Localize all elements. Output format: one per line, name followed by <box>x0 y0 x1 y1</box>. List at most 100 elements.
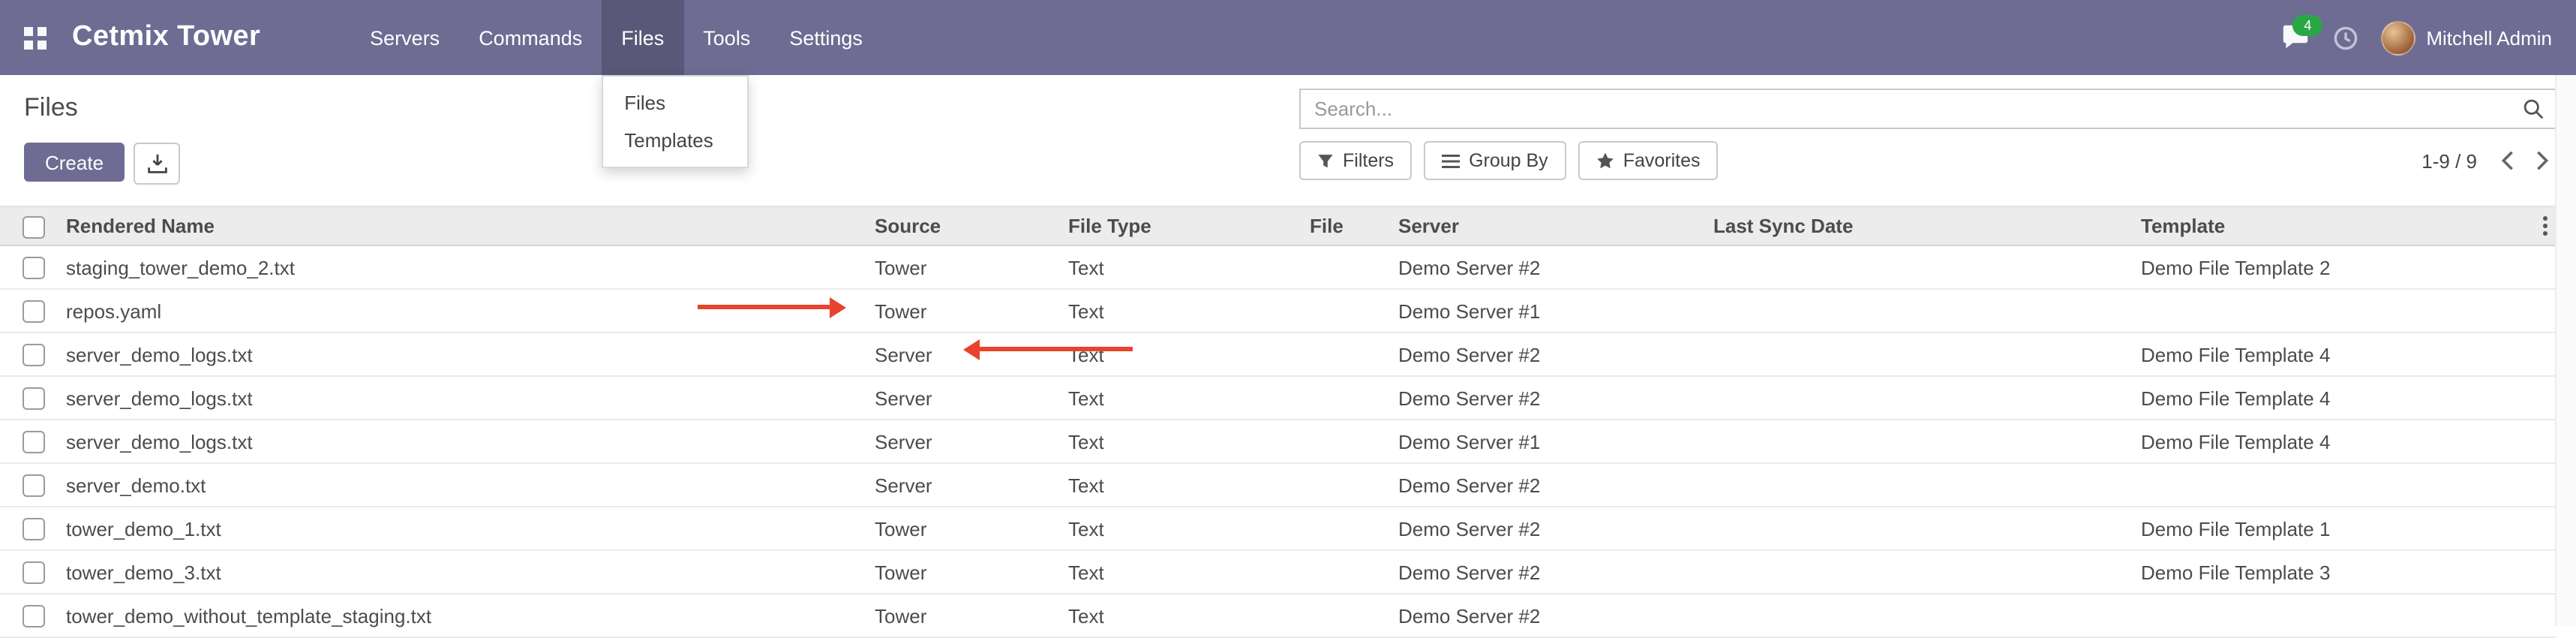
cell-template[interactable] <box>2129 463 2532 507</box>
cell-server[interactable]: Demo Server #2 <box>1386 463 1701 507</box>
cell-rendered-name[interactable]: staging_tower_demo_2.txt <box>54 245 863 289</box>
cell-last-sync-date[interactable] <box>1701 333 2129 376</box>
dropdown-item-templates[interactable]: Templates <box>603 122 747 159</box>
cell-last-sync-date[interactable] <box>1701 507 2129 550</box>
table-row[interactable]: staging_tower_demo_2.txt Tower Text Demo… <box>0 245 2556 289</box>
column-header-file-type[interactable]: File Type <box>1056 206 1298 245</box>
table-row[interactable]: server_demo_logs.txt Server Text Demo Se… <box>0 333 2556 376</box>
column-header-last-sync-date[interactable]: Last Sync Date <box>1701 206 2129 245</box>
row-checkbox[interactable] <box>23 561 45 584</box>
cell-last-sync-date[interactable] <box>1701 420 2129 463</box>
cell-last-sync-date[interactable] <box>1701 245 2129 289</box>
optional-columns-icon[interactable] <box>2532 213 2556 239</box>
cell-template[interactable]: Demo File Template 3 <box>2129 550 2532 594</box>
menu-tools[interactable]: Tools <box>683 0 770 75</box>
cell-file[interactable] <box>1298 594 1386 637</box>
cell-template[interactable]: Demo File Template 4 <box>2129 420 2532 463</box>
cell-last-sync-date[interactable] <box>1701 289 2129 333</box>
menu-servers[interactable]: Servers <box>350 0 459 75</box>
select-all-checkbox[interactable] <box>23 215 45 238</box>
table-row[interactable]: tower_demo_3.txt Tower Text Demo Server … <box>0 550 2556 594</box>
cell-server[interactable]: Demo Server #1 <box>1386 289 1701 333</box>
vertical-scrollbar[interactable] <box>2555 75 2576 626</box>
user-menu[interactable]: Mitchell Admin <box>2381 20 2552 55</box>
favorites-button[interactable]: Favorites <box>1578 141 1719 180</box>
cell-file[interactable] <box>1298 463 1386 507</box>
cell-server[interactable]: Demo Server #2 <box>1386 245 1701 289</box>
cell-last-sync-date[interactable] <box>1701 594 2129 637</box>
cell-file-type[interactable]: Text <box>1056 420 1298 463</box>
cell-server[interactable]: Demo Server #2 <box>1386 507 1701 550</box>
filters-button[interactable]: Filters <box>1299 141 1412 180</box>
cell-last-sync-date[interactable] <box>1701 550 2129 594</box>
activity-button[interactable] <box>2333 25 2358 50</box>
table-row[interactable]: server_demo_logs.txt Server Text Demo Se… <box>0 420 2556 463</box>
column-header-file[interactable]: File <box>1298 206 1386 245</box>
cell-rendered-name[interactable]: tower_demo_without_template_staging.txt <box>54 594 863 637</box>
cell-template[interactable]: Demo File Template 4 <box>2129 376 2532 420</box>
menu-commands[interactable]: Commands <box>459 0 602 75</box>
table-row[interactable]: tower_demo_without_template_staging.txt … <box>0 594 2556 637</box>
row-checkbox[interactable] <box>23 518 45 540</box>
cell-file-type[interactable]: Text <box>1056 245 1298 289</box>
cell-server[interactable]: Demo Server #2 <box>1386 333 1701 376</box>
dropdown-item-files[interactable]: Files <box>603 84 747 122</box>
row-checkbox[interactable] <box>23 344 45 366</box>
cell-server[interactable]: Demo Server #2 <box>1386 376 1701 420</box>
cell-source[interactable]: Tower <box>863 507 1056 550</box>
cell-file-type[interactable]: Text <box>1056 376 1298 420</box>
cell-file[interactable] <box>1298 507 1386 550</box>
cell-rendered-name[interactable]: server_demo_logs.txt <box>54 376 863 420</box>
apps-menu-button[interactable] <box>0 0 69 75</box>
cell-file[interactable] <box>1298 376 1386 420</box>
cell-template[interactable] <box>2129 594 2532 637</box>
cell-source[interactable]: Tower <box>863 594 1056 637</box>
cell-server[interactable]: Demo Server #1 <box>1386 420 1701 463</box>
pager-previous-button[interactable] <box>2492 150 2523 171</box>
table-row[interactable]: repos.yaml Tower Text Demo Server #1 <box>0 289 2556 333</box>
menu-files[interactable]: Files Files Templates <box>602 0 683 75</box>
cell-source[interactable]: Tower <box>863 550 1056 594</box>
cell-file-type[interactable]: Text <box>1056 289 1298 333</box>
table-row[interactable]: server_demo.txt Server Text Demo Server … <box>0 463 2556 507</box>
export-button[interactable] <box>134 143 180 185</box>
cell-file[interactable] <box>1298 333 1386 376</box>
cell-server[interactable]: Demo Server #2 <box>1386 594 1701 637</box>
cell-template[interactable]: Demo File Template 4 <box>2129 333 2532 376</box>
column-header-template[interactable]: Template <box>2129 206 2532 245</box>
column-header-rendered-name[interactable]: Rendered Name <box>54 206 863 245</box>
cell-file-type[interactable]: Text <box>1056 507 1298 550</box>
pager-next-button[interactable] <box>2526 150 2558 171</box>
cell-file-type[interactable]: Text <box>1056 463 1298 507</box>
group-by-button[interactable]: Group By <box>1424 141 1566 180</box>
row-checkbox[interactable] <box>23 387 45 410</box>
row-checkbox[interactable] <box>23 257 45 279</box>
cell-rendered-name[interactable]: server_demo_logs.txt <box>54 333 863 376</box>
column-header-source[interactable]: Source <box>863 206 1056 245</box>
create-button[interactable]: Create <box>24 143 125 182</box>
table-row[interactable]: tower_demo_1.txt Tower Text Demo Server … <box>0 507 2556 550</box>
cell-file-type[interactable]: Text <box>1056 333 1298 376</box>
cell-server[interactable]: Demo Server #2 <box>1386 550 1701 594</box>
row-checkbox[interactable] <box>23 431 45 453</box>
cell-source[interactable]: Server <box>863 463 1056 507</box>
cell-template[interactable]: Demo File Template 2 <box>2129 245 2532 289</box>
cell-last-sync-date[interactable] <box>1701 376 2129 420</box>
cell-rendered-name[interactable]: server_demo_logs.txt <box>54 420 863 463</box>
cell-last-sync-date[interactable] <box>1701 463 2129 507</box>
table-row[interactable]: server_demo_logs.txt Server Text Demo Se… <box>0 376 2556 420</box>
menu-settings[interactable]: Settings <box>770 0 882 75</box>
cell-rendered-name[interactable]: tower_demo_3.txt <box>54 550 863 594</box>
cell-file[interactable] <box>1298 289 1386 333</box>
row-checkbox[interactable] <box>23 300 45 323</box>
search-icon[interactable] <box>2522 98 2544 128</box>
cell-source[interactable]: Server <box>863 420 1056 463</box>
cell-source[interactable]: Server <box>863 376 1056 420</box>
cell-rendered-name[interactable]: server_demo.txt <box>54 463 863 507</box>
cell-source[interactable]: Tower <box>863 289 1056 333</box>
cell-file[interactable] <box>1298 420 1386 463</box>
cell-source[interactable]: Tower <box>863 245 1056 289</box>
column-header-server[interactable]: Server <box>1386 206 1701 245</box>
cell-rendered-name[interactable]: tower_demo_1.txt <box>54 507 863 550</box>
cell-rendered-name[interactable]: repos.yaml <box>54 289 863 333</box>
